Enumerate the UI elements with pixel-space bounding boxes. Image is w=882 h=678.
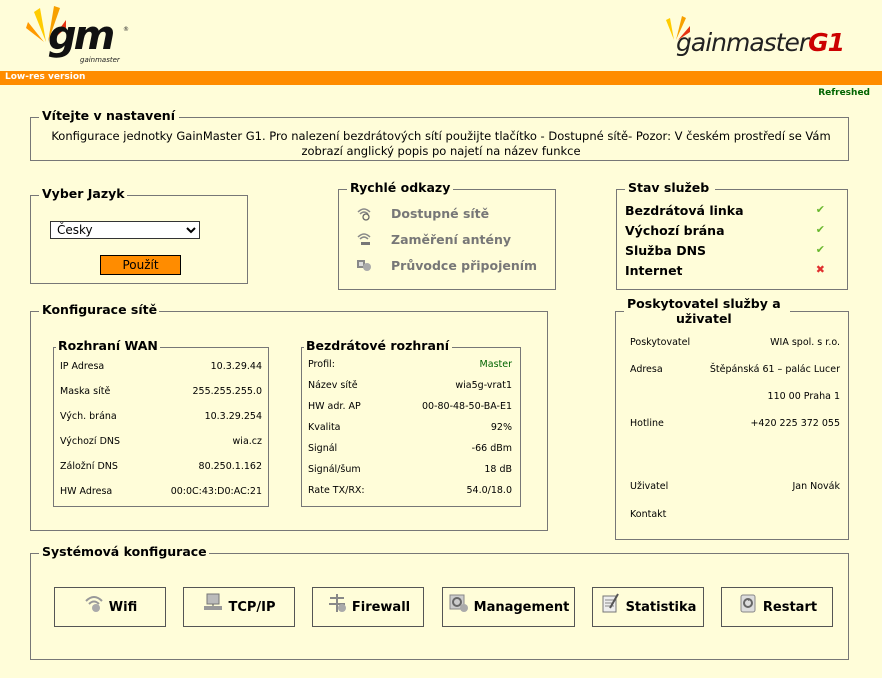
service-gateway: Výchozí brána ✔ bbox=[625, 223, 825, 238]
header: gm ® gainmaster gainmasterG1 bbox=[0, 0, 882, 71]
system-config-title: Systémová konfigurace bbox=[40, 544, 209, 560]
language-box: Vyber Jazyk Česky Použít bbox=[30, 186, 248, 284]
quick-link-antenna-label: Zaměření antény bbox=[391, 231, 512, 247]
quick-links-title: Rychlé odkazy bbox=[348, 180, 453, 196]
status-ok-icon: ✔ bbox=[815, 223, 825, 236]
quick-link-antenna[interactable]: Zaměření antény bbox=[355, 230, 511, 248]
network-config-box: Konfigurace sítě Rozhraní WAN IP Adresa 1… bbox=[30, 302, 548, 531]
statistics-icon bbox=[600, 592, 622, 614]
language-select[interactable]: Česky bbox=[50, 221, 200, 239]
status-ok-icon: ✔ bbox=[815, 243, 825, 256]
tcpip-button[interactable]: TCP/IP bbox=[183, 587, 295, 627]
wan-box: Rozhraní WAN IP Adresa 10.3.29.44 Maska s… bbox=[53, 338, 269, 507]
service-dns: Služba DNS ✔ bbox=[625, 243, 825, 258]
logo-big-suffix: G1 bbox=[808, 28, 845, 57]
wifi-button[interactable]: Wifi bbox=[54, 587, 166, 627]
firewall-button[interactable]: Firewall bbox=[312, 587, 424, 627]
system-config-box: Systémová konfigurace Wifi TCP/IP Firewa… bbox=[30, 544, 849, 660]
wan-title: Rozhraní WAN bbox=[56, 338, 160, 354]
antenna-align-icon bbox=[355, 230, 373, 248]
welcome-title: Vítejte v nastavení bbox=[40, 108, 177, 124]
statistics-button[interactable]: Statistika bbox=[592, 587, 704, 627]
restart-icon bbox=[737, 592, 759, 614]
apply-language-button[interactable]: Použít bbox=[100, 255, 181, 275]
service-internet: Internet ✖ bbox=[625, 263, 825, 278]
welcome-text: Konfigurace jednotky GainMaster G1. Pro … bbox=[51, 129, 831, 158]
status-error-icon: ✖ bbox=[815, 263, 825, 276]
logo-gm-text: gm bbox=[48, 13, 115, 59]
quick-link-wizard[interactable]: Průvodce připojením bbox=[355, 256, 537, 274]
logo-big-text: gainmaster bbox=[676, 28, 809, 57]
quick-link-networks[interactable]: Dostupné sítě bbox=[355, 204, 489, 222]
management-button[interactable]: Management bbox=[442, 587, 575, 627]
service-wireless: Bezdrátová linka ✔ bbox=[625, 203, 825, 218]
network-config-title: Konfigurace sítě bbox=[40, 302, 160, 318]
gainmaster-g1-logo: gainmasterG1 bbox=[660, 14, 870, 64]
lowres-link[interactable]: Low-res version bbox=[5, 72, 85, 82]
management-icon bbox=[448, 592, 470, 614]
wifi-icon bbox=[83, 592, 105, 614]
wifi-search-icon bbox=[355, 204, 373, 222]
welcome-box: Vítejte v nastavení Konfigurace jednotky… bbox=[30, 108, 849, 161]
wireless-box: Bezdrátové rozhraní Profil: Master Název … bbox=[301, 338, 521, 507]
quick-link-wizard-label: Průvodce připojením bbox=[391, 257, 538, 273]
quick-link-networks-label: Dostupné sítě bbox=[391, 205, 490, 221]
services-box: Stav služeb Bezdrátová linka ✔ Výchozí b… bbox=[616, 180, 848, 290]
restart-button[interactable]: Restart bbox=[721, 587, 833, 627]
services-title: Stav služeb bbox=[626, 180, 712, 196]
logo-gm-subtext: gainmaster bbox=[80, 56, 120, 64]
status-ok-icon: ✔ bbox=[815, 203, 825, 216]
quick-links-box: Rychlé odkazy Dostupné sítě Zaměření ant… bbox=[338, 180, 556, 290]
firewall-icon bbox=[326, 592, 348, 614]
network-icon bbox=[202, 592, 224, 614]
gm-logo: gm ® gainmaster bbox=[26, 4, 136, 66]
provider-title: Poskytovatel služby a uživatel bbox=[625, 296, 783, 326]
language-title: Vyber Jazyk bbox=[40, 186, 127, 202]
refreshed-status: Refreshed bbox=[818, 88, 870, 98]
wireless-title: Bezdrátové rozhraní bbox=[304, 338, 452, 354]
provider-box: Poskytovatel služby a uživatel Poskytova… bbox=[615, 296, 849, 540]
lowres-bar: Low-res version bbox=[0, 71, 882, 85]
wizard-icon bbox=[355, 256, 373, 274]
